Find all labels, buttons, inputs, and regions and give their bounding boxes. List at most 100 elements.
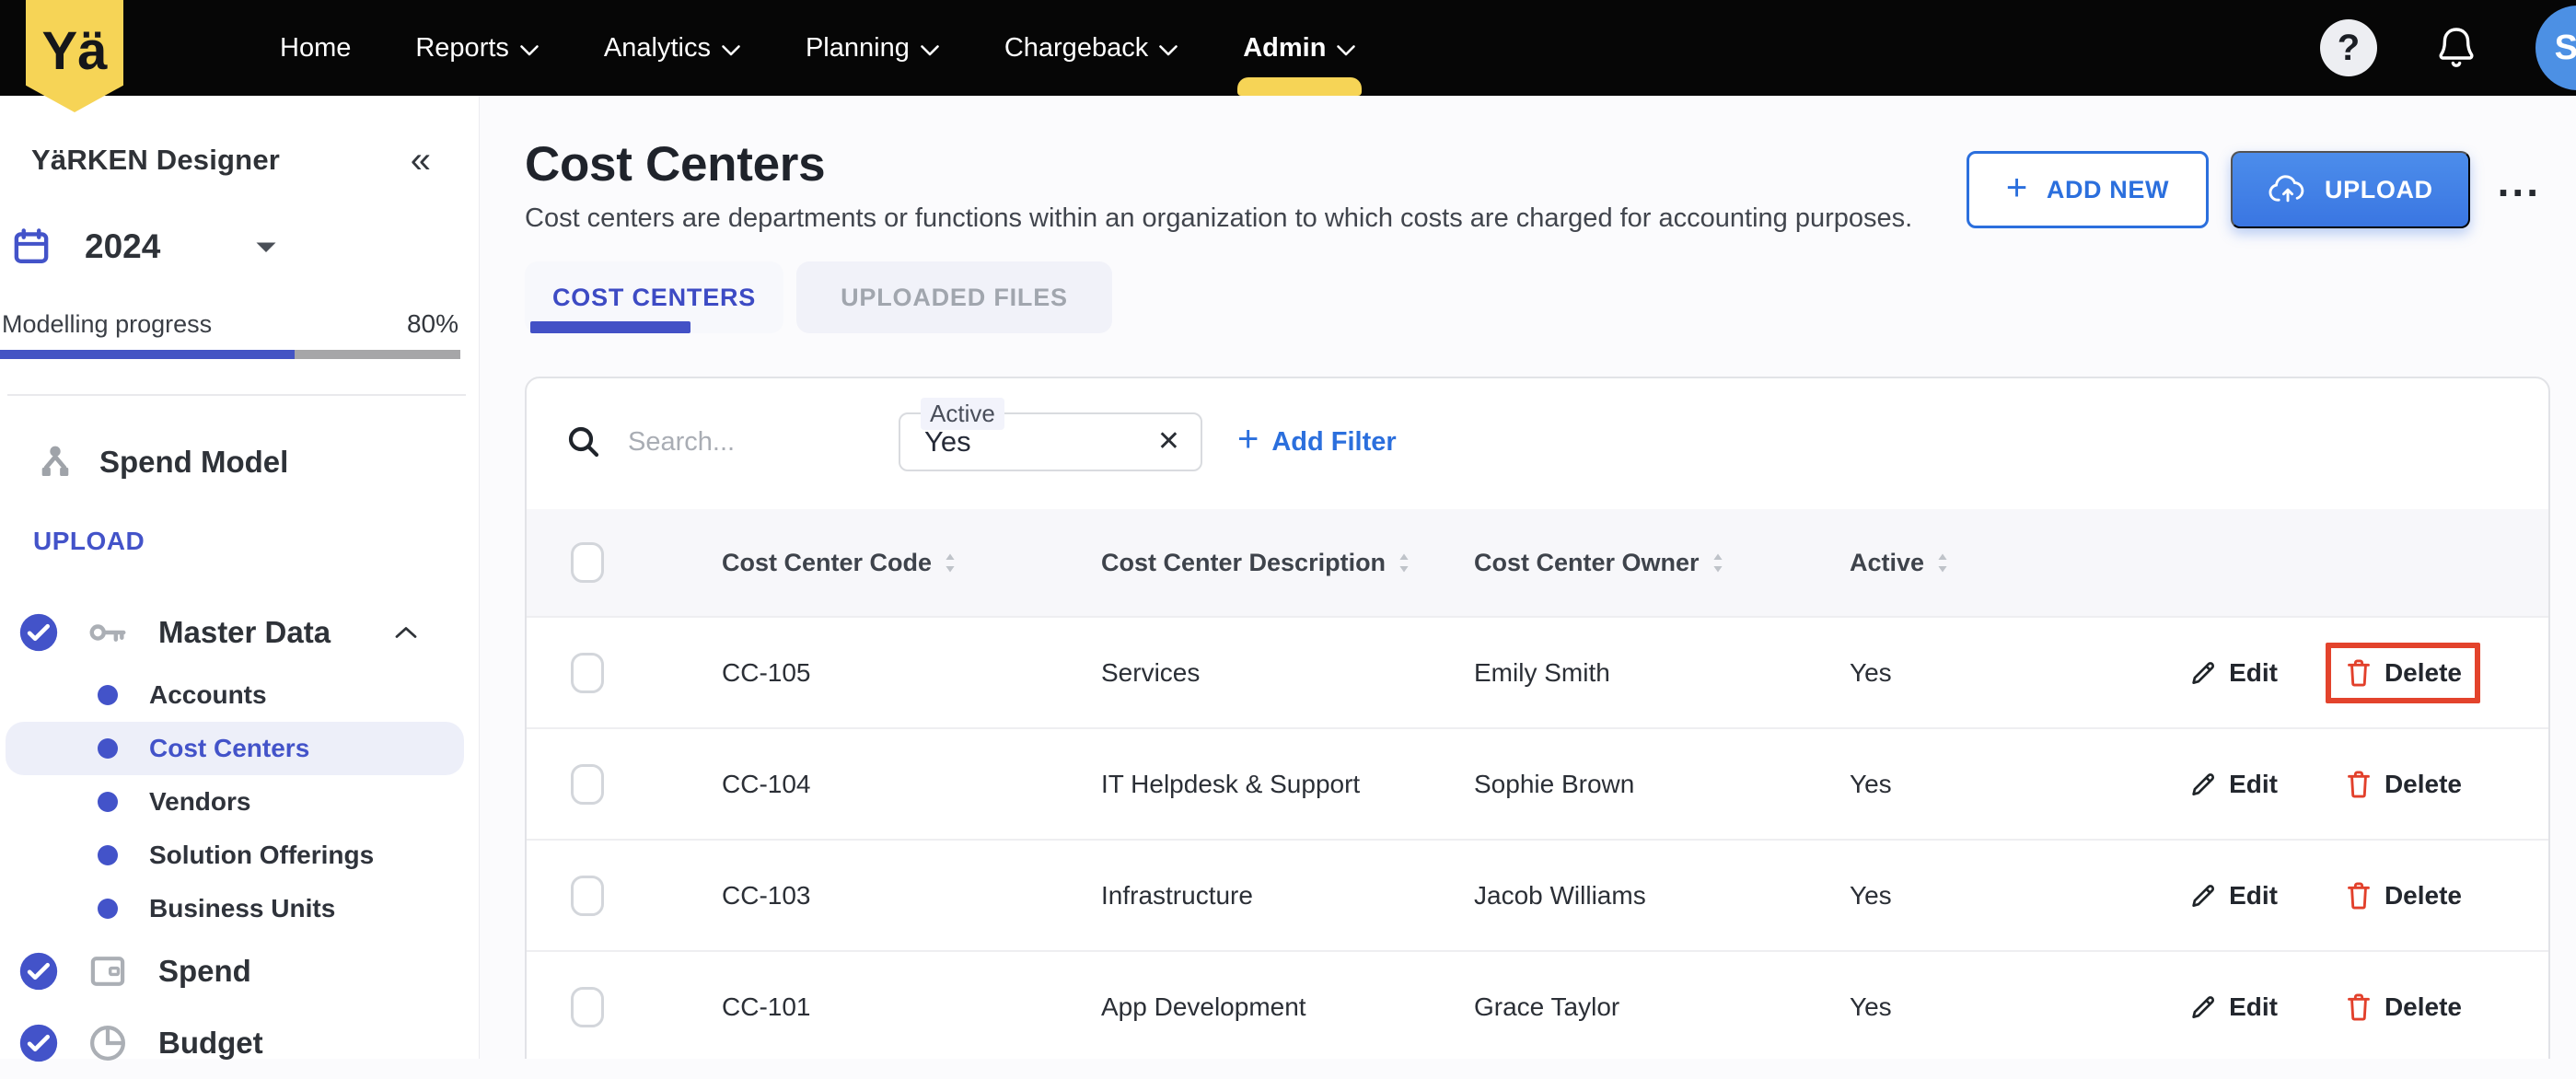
check-circle-icon: [18, 1023, 59, 1063]
select-all-checkbox[interactable]: [571, 542, 604, 583]
sort-icon[interactable]: [943, 551, 957, 575]
plus-icon: +: [2006, 168, 2028, 209]
nav-item-admin[interactable]: Admin: [1243, 0, 1356, 96]
sort-icon[interactable]: [1397, 551, 1411, 575]
chevron-up-icon[interactable]: [394, 625, 418, 640]
help-glyph: ?: [2338, 28, 2360, 69]
row-checkbox[interactable]: [571, 987, 604, 1027]
app-root: Yä Home Reports Analytics Planning Chargebac…: [0, 0, 2576, 1059]
progress-label: Modelling progress: [2, 310, 212, 339]
cell-cost-center-description: Infrastructure: [1101, 881, 1253, 910]
chevron-down-icon: [920, 44, 940, 56]
chevron-down-icon: [721, 44, 741, 56]
row-checkbox[interactable]: [571, 653, 604, 693]
sidebar-item-cost-centers[interactable]: Cost Centers: [6, 722, 464, 775]
progress-value: 80%: [407, 309, 458, 339]
table-row: CC-101App DevelopmentGrace TaylorYesEdit…: [527, 950, 2548, 1059]
upload-label: UPLOAD: [2325, 176, 2433, 204]
tab-cost-centers[interactable]: COST CENTERS: [525, 261, 783, 333]
trash-icon: [2344, 992, 2373, 1023]
pencil-icon: [2188, 658, 2218, 688]
active-filter-chip[interactable]: Active Yes ✕: [899, 412, 1202, 471]
sidebar-item-business-units[interactable]: Business Units: [6, 882, 464, 935]
nav-item-label: Admin: [1243, 33, 1326, 64]
edit-button[interactable]: Edit: [2188, 770, 2278, 799]
trash-icon: [2344, 880, 2373, 911]
sort-icon[interactable]: [1935, 551, 1950, 575]
search-input[interactable]: [626, 426, 875, 458]
cell-cost-center-owner: Jacob Williams: [1474, 881, 1646, 910]
main-nav: Home Reports Analytics Planning Chargeback Ad…: [280, 0, 1356, 96]
tab-label: UPLOADED FILES: [841, 284, 1068, 312]
brand-logo[interactable]: Yä: [26, 0, 123, 112]
add-filter-button[interactable]: + Add Filter: [1237, 423, 1397, 460]
nav-item-reports[interactable]: Reports: [415, 0, 540, 96]
edit-button[interactable]: Edit: [2188, 992, 2278, 1022]
sidebar-section-spend[interactable]: Spend: [0, 935, 479, 1007]
cell-cost-center-code: CC-101: [722, 992, 810, 1021]
sidebar-collapse-icon[interactable]: «: [411, 142, 431, 179]
cell-cost-center-code: CC-103: [722, 881, 810, 910]
nav-item-planning[interactable]: Planning: [806, 0, 940, 96]
notifications-bell-icon[interactable]: [2434, 24, 2478, 72]
sidebar-item-label: Solution Offerings: [149, 841, 374, 870]
sort-icon[interactable]: [1711, 551, 1725, 575]
nav-item-label: Reports: [415, 33, 509, 64]
delete-button[interactable]: Delete: [2326, 865, 2480, 926]
help-icon[interactable]: ?: [2320, 19, 2377, 76]
delete-button-highlighted[interactable]: Delete: [2326, 643, 2480, 703]
upload-button[interactable]: UPLOAD: [2231, 151, 2470, 228]
tabs-bar: COST CENTERS UPLOADED FILES: [525, 261, 2576, 333]
pencil-icon: [2188, 770, 2218, 799]
wallet-icon: [87, 950, 129, 992]
year-selector[interactable]: 2024: [11, 226, 479, 267]
sidebar: YäRKEN Designer « 2024 Modelling progres…: [0, 96, 480, 1059]
check-circle-icon: [18, 951, 59, 992]
sidebar-item-label: Accounts: [149, 680, 267, 710]
bullet-dot-icon: [98, 792, 118, 812]
spend-model-label: Spend Model: [99, 445, 288, 480]
nav-item-analytics[interactable]: Analytics: [604, 0, 741, 96]
nav-item-chargeback[interactable]: Chargeback: [1004, 0, 1178, 96]
cell-cost-center-description: Services: [1101, 658, 1200, 687]
nav-item-label: Analytics: [604, 33, 711, 64]
table-row: CC-105ServicesEmily SmithYesEditDelete: [527, 616, 2548, 727]
add-new-button[interactable]: + ADD NEW: [1967, 151, 2209, 228]
table-row: CC-103InfrastructureJacob WilliamsYesEdi…: [527, 839, 2548, 950]
pie-icon: [87, 1022, 129, 1064]
trash-icon: [2344, 657, 2373, 689]
user-avatar[interactable]: SS: [2535, 6, 2576, 90]
year-caret-down-icon[interactable]: [254, 240, 278, 254]
cell-active: Yes: [1850, 658, 1892, 687]
delete-button[interactable]: Delete: [2326, 754, 2480, 815]
sidebar-item-vendors[interactable]: Vendors: [6, 775, 464, 829]
sidebar-sections: Master Data Accounts Cost CentersVendors So…: [0, 597, 479, 1079]
table-row: CC-104IT Helpdesk & SupportSophie BrownY…: [527, 727, 2548, 839]
cell-active: Yes: [1850, 992, 1892, 1021]
sidebar-section-budget[interactable]: Budget: [0, 1007, 479, 1079]
sidebar-item-spend-model[interactable]: Spend Model: [35, 442, 479, 482]
sidebar-upload-link[interactable]: UPLOAD: [33, 527, 479, 556]
sidebar-section-master-data[interactable]: Master Data: [0, 597, 479, 668]
column-header: Cost Center Owner: [1474, 549, 1850, 577]
year-value: 2024: [85, 227, 160, 266]
cloud-upload-icon: [2268, 174, 2308, 205]
sidebar-item-accounts[interactable]: Accounts: [6, 668, 464, 722]
nav-item-home[interactable]: Home: [280, 0, 351, 96]
tab-uploaded-files[interactable]: UPLOADED FILES: [796, 261, 1112, 333]
bullet-dot-icon: [98, 845, 118, 865]
table-header: Cost Center CodeCost Center DescriptionC…: [527, 509, 2548, 616]
cell-cost-center-description: App Development: [1101, 992, 1306, 1021]
edit-button[interactable]: Edit: [2188, 881, 2278, 911]
sidebar-item-solution-offerings[interactable]: Solution Offerings: [6, 829, 464, 882]
clear-filter-icon[interactable]: ✕: [1157, 428, 1180, 456]
delete-button[interactable]: Delete: [2326, 977, 2480, 1038]
edit-button[interactable]: Edit: [2188, 658, 2278, 688]
calendar-icon: [11, 226, 52, 267]
sidebar-divider: [7, 394, 466, 396]
more-options-icon[interactable]: ...: [2498, 173, 2541, 206]
row-checkbox[interactable]: [571, 876, 604, 916]
row-checkbox[interactable]: [571, 764, 604, 805]
progress-bar: [0, 350, 460, 359]
bullet-dot-icon: [98, 899, 118, 919]
